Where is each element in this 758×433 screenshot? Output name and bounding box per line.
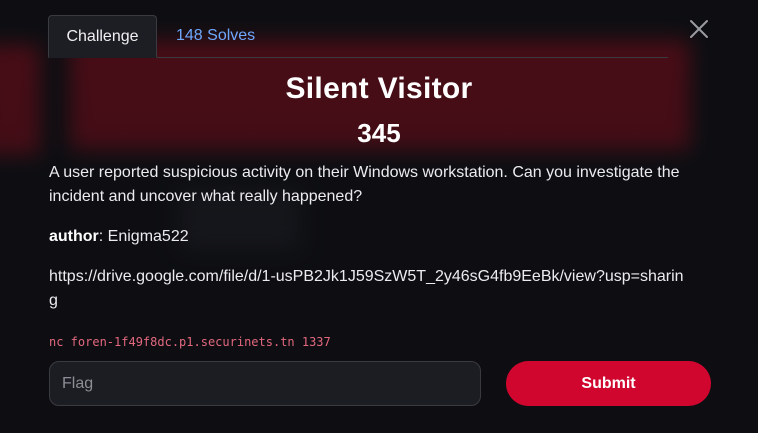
flag-input[interactable] — [49, 361, 481, 406]
close-icon — [690, 20, 708, 38]
submit-button[interactable]: Submit — [506, 361, 711, 406]
challenge-title: Silent Visitor — [285, 72, 473, 105]
challenge-points: 345 — [357, 118, 401, 148]
author-name: : Enigma522 — [98, 228, 189, 245]
challenge-modal: Challenge 148 Solves Silent Visitor 345 … — [0, 0, 758, 433]
tab-bar: Challenge 148 Solves — [48, 15, 668, 58]
author-line: author: Enigma522 — [49, 228, 189, 246]
tab-solves[interactable]: 148 Solves — [176, 15, 255, 57]
tab-challenge[interactable]: Challenge — [48, 15, 157, 58]
connection-command: nc foren-1f49f8dc.p1.securinets.tn 1337 — [49, 335, 331, 349]
close-button[interactable] — [686, 16, 712, 42]
download-link[interactable]: https://drive.google.com/file/d/1-usPB2J… — [49, 265, 689, 313]
challenge-description: A user reported suspicious activity on t… — [49, 164, 680, 205]
author-label: author — [49, 228, 99, 245]
